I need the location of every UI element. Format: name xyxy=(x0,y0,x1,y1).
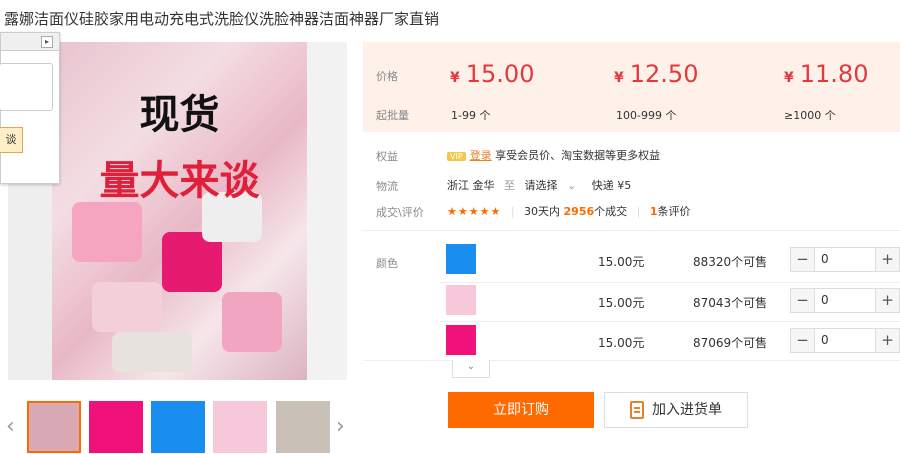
thumbnail-strip: ‹ › xyxy=(0,396,356,454)
expand-chevron-icon[interactable]: ⌄ xyxy=(452,360,490,378)
destination-select[interactable]: 请选择 xyxy=(525,179,558,192)
price-label: 价格 xyxy=(376,70,398,83)
divider xyxy=(363,360,900,361)
order-now-button[interactable]: 立即订购 xyxy=(448,392,594,428)
package-lightpink xyxy=(92,282,162,332)
minus-icon[interactable]: − xyxy=(791,248,815,271)
minus-icon[interactable]: − xyxy=(791,289,815,312)
variant-stock: 87069个可售 xyxy=(693,336,768,350)
qty-label: 起批量 xyxy=(376,109,409,122)
color-swatch-blue[interactable] xyxy=(446,244,476,274)
floating-popup: ▸ 谈 xyxy=(0,32,60,184)
trades-prefix: 30天内 xyxy=(524,205,561,218)
plus-icon[interactable]: + xyxy=(875,248,899,271)
quantity-input[interactable]: 0 xyxy=(821,252,829,266)
plus-icon[interactable]: + xyxy=(875,329,899,352)
benefits-label: 权益 xyxy=(376,150,398,163)
trades-label: 成交\评价 xyxy=(376,206,424,219)
quantity-stepper: − 0 + xyxy=(790,328,900,353)
thumb-prev-icon[interactable]: ‹ xyxy=(6,414,15,439)
price-tier-1: ¥15.00 xyxy=(450,60,535,88)
divider xyxy=(363,230,900,231)
variant-stock: 87043个可售 xyxy=(693,296,768,310)
color-label: 颜色 xyxy=(376,257,398,270)
main-product-image[interactable]: 现货 量大来谈 xyxy=(52,42,307,380)
image-headline: 现货 xyxy=(139,92,220,138)
thumbnail-2[interactable] xyxy=(89,401,143,453)
image-subheadline: 量大来谈 xyxy=(99,158,260,204)
price-tier-3: ¥11.80 xyxy=(784,60,869,88)
qty-range-1: 1-99 个 xyxy=(451,109,491,122)
thumbnail-4[interactable] xyxy=(213,401,267,453)
origin-text: 浙江 金华 xyxy=(447,179,495,192)
plus-icon[interactable]: + xyxy=(875,289,899,312)
login-link[interactable]: 登录 xyxy=(470,149,492,162)
thumbnail-5[interactable] xyxy=(276,401,330,453)
quantity-input[interactable]: 0 xyxy=(821,293,829,307)
popup-titlebar: ▸ xyxy=(1,33,59,51)
reviews-suffix[interactable]: 条评价 xyxy=(658,205,691,218)
package-pink xyxy=(72,202,142,262)
reviews-count[interactable]: 1 xyxy=(650,205,658,218)
vip-badge: VIP xyxy=(447,152,466,161)
variant-price: 15.00元 xyxy=(598,336,645,350)
logistics-label: 物流 xyxy=(376,180,398,193)
color-swatch-lightpink[interactable] xyxy=(446,285,476,315)
gallery-right-bg xyxy=(307,42,347,380)
thumbnail-1[interactable] xyxy=(27,401,81,453)
trades-count: 2956 xyxy=(563,205,595,218)
price-tier-2: ¥12.50 xyxy=(614,60,699,88)
row-divider xyxy=(440,282,900,283)
collapse-arrow-icon[interactable]: ▸ xyxy=(41,36,53,48)
quantity-input[interactable]: 0 xyxy=(821,333,829,347)
color-swatch-magenta[interactable] xyxy=(446,325,476,355)
minus-icon[interactable]: − xyxy=(791,329,815,352)
rating-stars-icon: ★★★★★ xyxy=(447,205,502,218)
qty-range-2: 100-999 个 xyxy=(616,109,677,122)
qty-range-3: ≥1000 个 xyxy=(784,109,836,122)
benefits-text: 享受会员价、淘宝数据等更多权益 xyxy=(495,149,661,162)
variant-price: 15.00元 xyxy=(598,296,645,310)
popup-button[interactable]: 谈 xyxy=(0,127,23,153)
variant-stock: 88320个可售 xyxy=(693,255,768,269)
add-to-cart-button[interactable]: 加入进货单 xyxy=(604,392,748,428)
package-pink2 xyxy=(222,292,282,352)
quantity-stepper: − 0 + xyxy=(790,247,900,272)
chevron-down-icon[interactable]: ⌄ xyxy=(567,179,576,192)
benefits-row: VIP 登录 享受会员价、淘宝数据等更多权益 xyxy=(447,147,660,163)
row-divider xyxy=(440,321,900,322)
thumbnail-3[interactable] xyxy=(151,401,205,453)
trades-suffix: 个成交 xyxy=(594,205,628,218)
to-text: 至 xyxy=(504,179,515,192)
quantity-stepper: − 0 + xyxy=(790,288,900,313)
express-fee: 快递 ¥5 xyxy=(591,179,632,192)
logistics-row: 浙江 金华 至 请选择 ⌄ 快递 ¥5 xyxy=(447,177,631,193)
package-white2 xyxy=(112,332,192,372)
thumb-next-icon[interactable]: › xyxy=(336,414,345,439)
popup-input[interactable] xyxy=(0,63,53,111)
add-to-cart-label: 加入进货单 xyxy=(652,402,722,418)
clipboard-icon xyxy=(630,401,644,419)
product-title: 露娜洁面仪硅胶家用电动充电式洗脸仪洗脸神器洁面神器厂家直销 xyxy=(4,10,440,28)
trades-row: ★★★★★ | 30天内 2956个成交 | 1条评价 xyxy=(447,205,691,218)
variant-price: 15.00元 xyxy=(598,255,645,269)
